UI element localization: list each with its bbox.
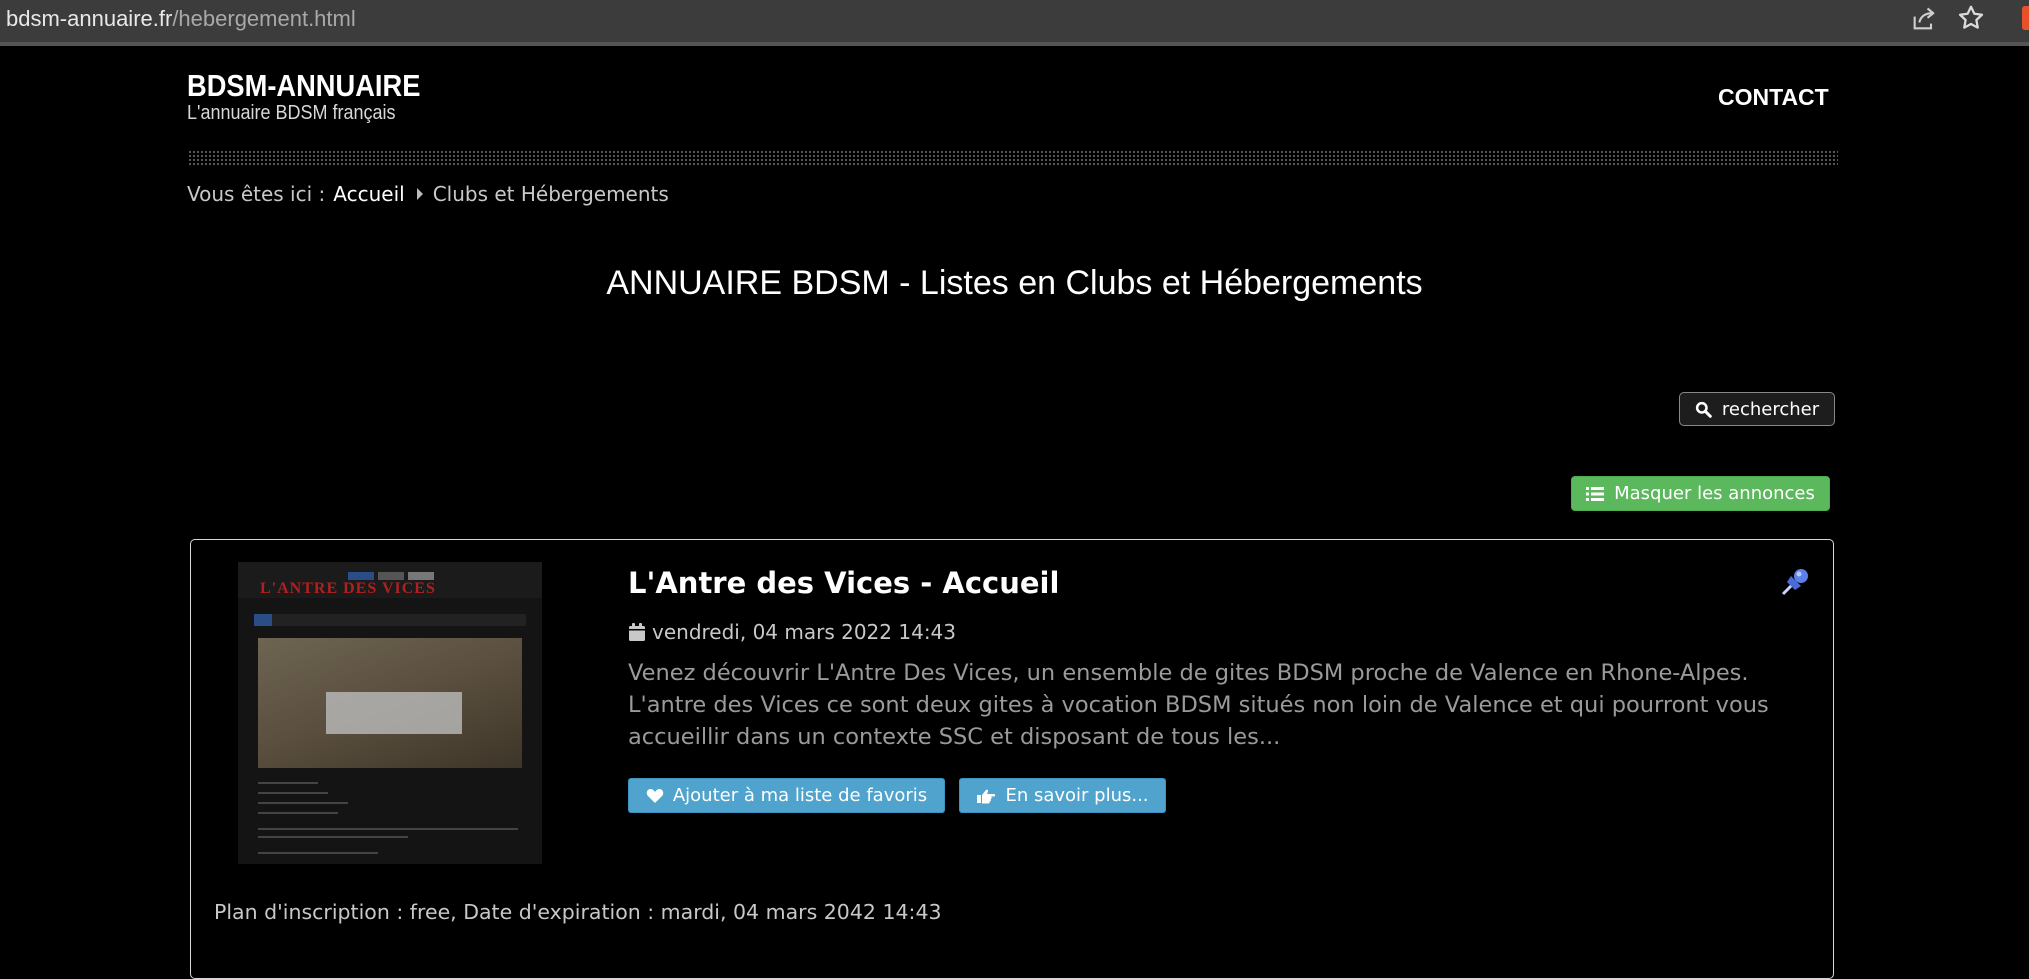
hide-ads-button[interactable]: Masquer les annonces	[1571, 476, 1830, 511]
listing-plan-info: Plan d'inscription : free, Date d'expira…	[214, 900, 942, 924]
pin-icon	[1781, 569, 1808, 596]
thumbnail-text-line	[258, 792, 328, 794]
search-button[interactable]: rechercher	[1679, 392, 1835, 426]
site-title[interactable]: BDSM-ANNUAIRE	[187, 68, 420, 104]
thumbnail-text-line	[258, 836, 408, 838]
thumbnail-text-line	[258, 802, 348, 804]
listing-title[interactable]: L'Antre des Vices - Accueil	[628, 566, 1059, 600]
listing-date-text: vendredi, 04 mars 2022 14:43	[652, 620, 957, 644]
header-divider	[188, 150, 1838, 166]
page-title: ANNUAIRE BDSM - Listes en Clubs et Héber…	[606, 264, 1423, 302]
url-text[interactable]: bdsm-annuaire.fr/hebergement.html	[6, 6, 356, 32]
site-subtitle: L'annuaire BDSM français	[187, 102, 396, 124]
share-icon[interactable]	[1910, 5, 1938, 33]
nav-contact-link[interactable]: CONTACT	[1718, 84, 1829, 111]
thumbnail-nav-active	[254, 614, 272, 626]
heart-icon	[646, 788, 664, 803]
learn-more-label: En savoir plus...	[1005, 785, 1149, 806]
breadcrumb: Vous êtes ici : Accueil Clubs et Héberge…	[187, 182, 669, 206]
breadcrumb-prefix: Vous êtes ici :	[187, 182, 326, 206]
breadcrumb-current: Clubs et Hébergements	[432, 182, 669, 206]
hide-ads-button-label: Masquer les annonces	[1614, 483, 1815, 504]
star-icon[interactable]	[1956, 3, 1986, 33]
url-domain: bdsm-annuaire.fr	[6, 6, 173, 31]
calendar-icon	[629, 623, 645, 641]
thumbnail-modal	[326, 692, 462, 734]
extension-icon[interactable]	[2022, 6, 2029, 30]
thumbnail-nav	[254, 614, 526, 626]
listing-date: vendredi, 04 mars 2022 14:43	[628, 620, 956, 644]
url-path: /hebergement.html	[172, 6, 356, 31]
thumbnail-mini-button	[378, 572, 404, 580]
list-icon	[1586, 486, 1605, 501]
thumbnail-mini-button	[348, 572, 374, 580]
listing-description: Venez découvrir L'Antre Des Vices, un en…	[628, 660, 1769, 750]
thumbnail-logo: L'ANTRE DES VICES	[260, 580, 436, 597]
thumbnail-text-line	[258, 828, 518, 830]
thumbnail-text-line	[258, 852, 378, 854]
breadcrumb-home-link[interactable]: Accueil	[333, 182, 404, 206]
thumbnail-text-line	[258, 812, 338, 814]
learn-more-button[interactable]: En savoir plus...	[959, 778, 1166, 813]
caret-right-icon	[416, 188, 423, 200]
thumbnail-mini-button	[408, 572, 434, 580]
search-button-label: rechercher	[1721, 398, 1820, 420]
search-icon	[1695, 401, 1712, 418]
thumbnail-text-line	[258, 782, 318, 784]
add-favorite-button[interactable]: Ajouter à ma liste de favoris	[628, 778, 945, 813]
add-favorite-label: Ajouter à ma liste de favoris	[672, 785, 928, 806]
browser-url-bar[interactable]: bdsm-annuaire.fr/hebergement.html	[0, 0, 2029, 46]
hand-pointer-icon	[977, 789, 996, 803]
listing-thumbnail[interactable]: L'ANTRE DES VICES	[238, 562, 542, 864]
